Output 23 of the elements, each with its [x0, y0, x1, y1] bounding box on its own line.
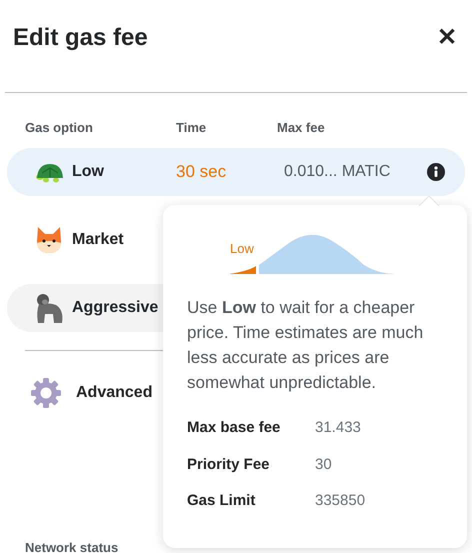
column-header: Gas option [25, 119, 94, 137]
gear-icon [30, 376, 62, 408]
column-header: Time [176, 119, 208, 137]
detail-value: 335850 [315, 491, 366, 511]
chart-label: Low [230, 240, 254, 258]
option-label: Market [72, 230, 125, 250]
tooltip-description: Use Low to wait for a cheaper price. Time estimates are much less accurate as prices are somewhat unpredictable. [187, 297, 424, 394]
dialog-title: Edit gas fee [13, 23, 148, 53]
gas-option-row[interactable]: Low 30 sec 0.010... MATIC [7, 148, 465, 196]
option-label: Aggressive [72, 298, 160, 318]
detail-value: 30 [315, 454, 332, 474]
detail-label: Max base fee [187, 418, 282, 438]
max-fee: 0.010... MATIC [284, 162, 390, 182]
time-estimate: 30 sec [176, 160, 228, 183]
detail-label: Gas Limit [187, 491, 256, 511]
close-button[interactable]: ✕ [437, 26, 457, 50]
advanced-option[interactable]: Advanced [76, 380, 152, 404]
network-status-label: Network status [25, 539, 118, 553]
info-icon[interactable] [427, 162, 445, 180]
column-header: Max fee [277, 119, 325, 137]
detail-value: 31.433 [315, 418, 361, 438]
option-label: Low [72, 162, 105, 182]
detail-label: Priority Fee [187, 454, 271, 474]
